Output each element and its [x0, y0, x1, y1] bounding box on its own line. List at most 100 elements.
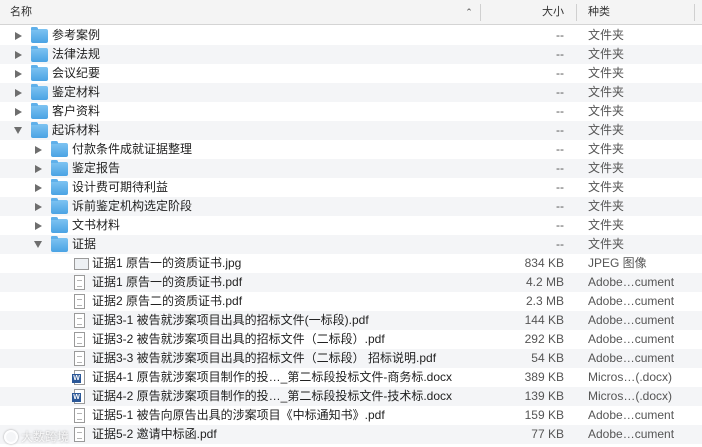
row-kind: 文件夹	[588, 28, 625, 42]
column-header-kind[interactable]: 种类	[588, 0, 610, 25]
column-divider[interactable]	[576, 4, 577, 21]
row-kind: 文件夹	[588, 218, 625, 232]
row-size: 4.2 MB	[525, 275, 564, 289]
row-name: 证据5-1 被告向原告出具的涉案项目《中标通知书》.pdf	[92, 408, 385, 422]
folder-row[interactable]: 付款条件成就证据整理 -- 文件夹	[0, 140, 702, 159]
row-kind: 文件夹	[588, 142, 625, 156]
row-kind: 文件夹	[588, 104, 625, 118]
row-kind: Adobe…cument	[588, 351, 675, 365]
row-kind: 文件夹	[588, 237, 625, 251]
file-row[interactable]: 证据1 原告一的资质证书.jpg 834 KB JPEG 图像	[0, 254, 702, 273]
pdf-file-icon	[74, 275, 85, 290]
folder-row[interactable]: 鉴定报告 -- 文件夹	[0, 159, 702, 178]
row-size: --	[556, 123, 564, 137]
file-row[interactable]: 证据5-2 邀请中标函.pdf 77 KB Adobe…cument	[0, 425, 702, 444]
disclosure-collapsed-icon[interactable]	[13, 64, 23, 83]
row-name: 客户资料	[52, 104, 101, 118]
file-row[interactable]: 证据5-1 被告向原告出具的涉案项目《中标通知书》.pdf 159 KB Adobe…	[0, 406, 702, 425]
disclosure-collapsed-icon[interactable]	[33, 197, 43, 216]
folder-icon	[31, 84, 48, 100]
folder-icon	[31, 122, 48, 138]
pdf-file-icon	[74, 427, 85, 442]
watermark-logo-icon	[4, 430, 18, 444]
disclosure-collapsed-icon[interactable]	[13, 45, 23, 64]
folder-icon	[51, 179, 68, 195]
column-header-name[interactable]: 名称	[10, 0, 32, 25]
row-name: 起诉材料	[52, 123, 101, 137]
watermark-text: 大数跨境	[21, 430, 70, 444]
row-kind: Adobe…cument	[588, 427, 675, 441]
disclosure-collapsed-icon[interactable]	[33, 159, 43, 178]
row-kind: 文件夹	[588, 47, 625, 61]
row-name: 证据1 原告一的资质证书.pdf	[92, 275, 243, 289]
row-kind: Adobe…cument	[588, 313, 675, 327]
row-name: 鉴定材料	[52, 85, 101, 99]
pdf-file-icon	[74, 294, 85, 309]
disclosure-collapsed-icon[interactable]	[13, 26, 23, 45]
column-header-size[interactable]: 大小	[484, 0, 564, 25]
file-row[interactable]: 证据1 原告一的资质证书.pdf 4.2 MB Adobe…cument	[0, 273, 702, 292]
row-kind: Micros…(.docx)	[588, 370, 673, 384]
row-kind: JPEG 图像	[588, 256, 647, 270]
row-name: 鉴定报告	[72, 161, 121, 175]
folder-icon	[51, 160, 68, 176]
row-size: --	[556, 66, 564, 80]
disclosure-collapsed-icon[interactable]	[13, 83, 23, 102]
sort-ascending-icon[interactable]: ⌃	[462, 0, 476, 25]
finder-list-view: 名称 ⌃ 大小 种类 参考案例 -- 文件夹 法律法规 -- 文件夹 会议纪要 -- 文件夹 鉴定…	[0, 0, 702, 447]
row-size: --	[556, 142, 564, 156]
row-name: 证据4-2 原告就涉案项目制作的投…_第二标段投标文件-技术标.docx	[92, 389, 453, 403]
file-row[interactable]: 证据3-3 被告就涉案项目出具的招标文件（二标段） 招标说明.pdf 54 KB A…	[0, 349, 702, 368]
row-kind: Micros…(.docx)	[588, 389, 673, 403]
row-name: 法律法规	[52, 47, 101, 61]
folder-row[interactable]: 鉴定材料 -- 文件夹	[0, 83, 702, 102]
disclosure-collapsed-icon[interactable]	[33, 140, 43, 159]
column-divider[interactable]	[694, 4, 695, 21]
folder-row[interactable]: 起诉材料 -- 文件夹	[0, 121, 702, 140]
column-divider[interactable]	[480, 4, 481, 21]
folder-icon	[31, 103, 48, 119]
disclosure-collapsed-icon[interactable]	[33, 178, 43, 197]
disclosure-expanded-icon[interactable]	[33, 235, 43, 254]
folder-row[interactable]: 诉前鉴定机构选定阶段 -- 文件夹	[0, 197, 702, 216]
folder-icon	[31, 65, 48, 81]
row-size: 389 KB	[524, 370, 564, 384]
file-row[interactable]: 证据4-2 原告就涉案项目制作的投…_第二标段投标文件-技术标.docx 139 …	[0, 387, 702, 406]
folder-row[interactable]: 法律法规 -- 文件夹	[0, 45, 702, 64]
disclosure-collapsed-icon[interactable]	[33, 216, 43, 235]
folder-row[interactable]: 客户资料 -- 文件夹	[0, 102, 702, 121]
row-kind: 文件夹	[588, 123, 625, 137]
file-row[interactable]: 证据2 原告二的资质证书.pdf 2.3 MB Adobe…cument	[0, 292, 702, 311]
folder-row[interactable]: 设计费可期待利益 -- 文件夹	[0, 178, 702, 197]
file-list: 参考案例 -- 文件夹 法律法规 -- 文件夹 会议纪要 -- 文件夹 鉴定材料 -- 文件夹 客户资料…	[0, 26, 702, 444]
folder-row[interactable]: 会议纪要 -- 文件夹	[0, 64, 702, 83]
row-name: 文书材料	[72, 218, 121, 232]
row-kind: Adobe…cument	[588, 332, 675, 346]
folder-row[interactable]: 参考案例 -- 文件夹	[0, 26, 702, 45]
row-name: 证据2 原告二的资质证书.pdf	[92, 294, 243, 308]
row-size: --	[556, 218, 564, 232]
row-size: 2.3 MB	[525, 294, 564, 308]
row-size: 834 KB	[524, 256, 564, 270]
file-row[interactable]: 证据4-1 原告就涉案项目制作的投…_第二标段投标文件-商务标.docx 389 …	[0, 368, 702, 387]
row-size: 159 KB	[524, 408, 564, 422]
row-kind: 文件夹	[588, 66, 625, 80]
file-row[interactable]: 证据3-2 被告就涉案项目出具的招标文件（二标段）.pdf 292 KB Adobe…	[0, 330, 702, 349]
folder-icon	[51, 217, 68, 233]
disclosure-expanded-icon[interactable]	[13, 121, 23, 140]
row-name: 证据3-2 被告就涉案项目出具的招标文件（二标段）.pdf	[92, 332, 385, 346]
row-kind: 文件夹	[588, 199, 625, 213]
disclosure-collapsed-icon[interactable]	[13, 102, 23, 121]
folder-row[interactable]: 文书材料 -- 文件夹	[0, 216, 702, 235]
pdf-file-icon	[74, 408, 85, 423]
row-kind: 文件夹	[588, 180, 625, 194]
row-kind: Adobe…cument	[588, 294, 675, 308]
row-size: 54 KB	[531, 351, 564, 365]
row-kind: Adobe…cument	[588, 408, 675, 422]
file-row[interactable]: 证据3-1 被告就涉案项目出具的招标文件(一标段).pdf 144 KB Adobe…	[0, 311, 702, 330]
folder-row[interactable]: 证据 -- 文件夹	[0, 235, 702, 254]
row-size: --	[556, 161, 564, 175]
row-name: 证据3-1 被告就涉案项目出具的招标文件(一标段).pdf	[92, 313, 369, 327]
word-file-icon	[72, 370, 85, 385]
row-name: 证据	[72, 237, 97, 251]
